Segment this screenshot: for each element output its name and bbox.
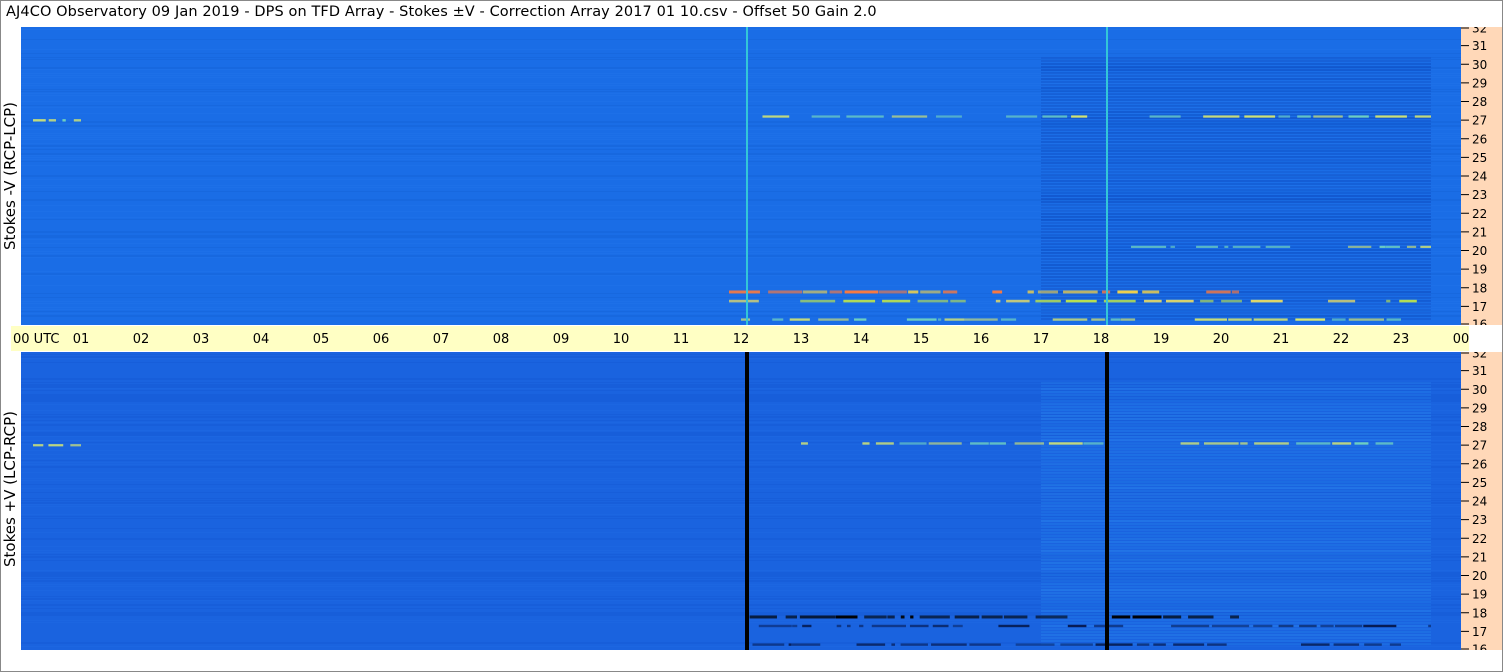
utc-tick-label-22: 22 [1333,332,1350,347]
mhz-label-30: 30 [1472,383,1487,397]
mhz-label-16: 16 [1472,643,1487,651]
utc-time-axis: 00 UTC 01 02 03 04 05 06 07 08 09 10 11 12 13 14 15 16 17… [11,326,1469,351]
mhz-label-18: 18 [1472,281,1487,295]
mhz-label-29: 29 [1472,76,1487,90]
bottom-panel-y-label: Stokes +V (LCP-RCP) [1,411,19,567]
utc-tick-label-1: 01 [73,332,90,347]
utc-tick-label-6: 06 [373,332,390,347]
top-spectrogram [21,27,1461,325]
mhz-label-28: 28 [1472,95,1487,109]
bottom-spectrogram [21,352,1461,650]
mhz-label-27: 27 [1472,439,1487,453]
utc-tick-label-9: 09 [553,332,570,347]
mhz-label-24: 24 [1472,495,1487,509]
mhz-label-23: 23 [1472,188,1487,202]
utc-tick-label-3: 03 [193,332,210,347]
mhz-label-18: 18 [1472,606,1487,620]
mhz-label-32: 32 [1472,27,1487,36]
mhz-label-17: 17 [1472,625,1487,639]
top-panel-y-label: Stokes -V (RCP-LCP) [1,102,19,250]
utc-tick-label-10: 10 [613,332,630,347]
mhz-label-21: 21 [1472,225,1487,239]
utc-tick-label-13: 13 [793,332,810,347]
mhz-label-24: 24 [1472,170,1487,184]
time-marker-line-0 [746,27,748,325]
time-marker-line-0 [745,352,749,650]
utc-tick-label-2: 02 [133,332,150,347]
mhz-label-25: 25 [1472,476,1487,490]
utc-tick-label-24: 00 [1453,332,1469,347]
mhz-label-20: 20 [1472,569,1487,583]
utc-tick-label-5: 05 [313,332,330,347]
top-frequency-scale: 16 17 18 19 20 21 22 23 24 25 26 27 28 29 30 31 32 [1461,27,1503,325]
mhz-label-31: 31 [1472,364,1487,378]
utc-tick-label-20: 20 [1213,332,1230,347]
mhz-label-30: 30 [1472,58,1487,72]
mhz-label-29: 29 [1472,401,1487,415]
utc-tick-label-8: 08 [493,332,510,347]
mhz-label-27: 27 [1472,114,1487,128]
mhz-label-32: 32 [1472,352,1487,361]
time-marker-line-1 [1105,352,1109,650]
mhz-label-31: 31 [1472,39,1487,53]
utc-tick-label-21: 21 [1273,332,1290,347]
utc-tick-label-0: 00 UTC [13,332,59,347]
emission-band-2 [741,318,1401,321]
mhz-label-26: 26 [1472,132,1487,146]
mhz-label-22: 22 [1472,207,1487,221]
utc-tick-label-16: 16 [973,332,990,347]
utc-tick-label-11: 11 [673,332,690,347]
mhz-label-16: 16 [1472,318,1487,326]
utc-tick-label-17: 17 [1033,332,1050,347]
mhz-label-22: 22 [1472,532,1487,546]
emission-band-0 [33,444,81,447]
emission-band-1 [801,442,1394,445]
mhz-label-19: 19 [1472,263,1487,277]
mhz-label-17: 17 [1472,300,1487,314]
absorption-band-0 [749,615,1239,619]
utc-tick-label-23: 23 [1393,332,1410,347]
utc-tick-label-4: 04 [253,332,270,347]
bottom-frequency-scale: 16 17 18 19 20 21 22 23 24 25 26 27 28 29 30 31 32 [1461,352,1503,650]
utc-tick-label-12: 12 [733,332,750,347]
mhz-label-25: 25 [1472,151,1487,165]
mhz-label-28: 28 [1472,420,1487,434]
utc-tick-label-14: 14 [853,332,870,347]
utc-tick-label-19: 19 [1153,332,1170,347]
page-title: AJ4CO Observatory 09 Jan 2019 - DPS on T… [6,4,877,20]
mhz-label-20: 20 [1472,244,1487,258]
mhz-label-23: 23 [1472,513,1487,527]
absorption-band-1 [758,624,1431,628]
utc-tick-label-15: 15 [913,332,930,347]
mhz-label-26: 26 [1472,457,1487,471]
mhz-label-21: 21 [1472,550,1487,564]
top-spectrogram-panel [21,27,1461,325]
utc-tick-label-7: 07 [433,332,450,347]
bright-noise-region [1041,382,1431,645]
dark-noise-region [1041,57,1431,320]
time-marker-line-1 [1106,27,1108,325]
utc-tick-label-18: 18 [1093,332,1110,347]
mhz-label-19: 19 [1472,588,1487,602]
bottom-spectrogram-panel [21,352,1461,650]
